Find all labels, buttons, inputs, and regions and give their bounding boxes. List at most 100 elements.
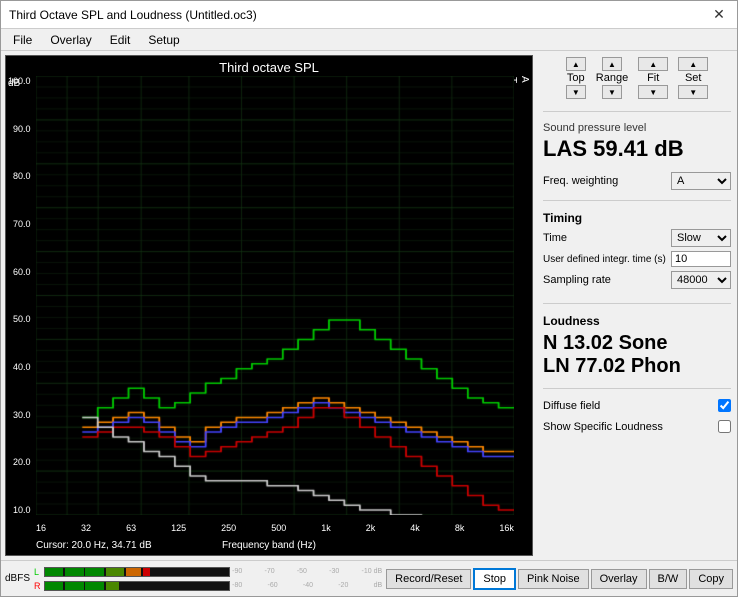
- x-500: 500: [271, 523, 286, 533]
- window-title: Third Octave SPL and Loudness (Untitled.…: [9, 8, 257, 22]
- timing-section: Timing Time Fast Slow Impulse User defin…: [543, 211, 731, 293]
- R-ticks: -80-60-40-20dB: [232, 582, 382, 589]
- y-60: 60.0: [8, 267, 33, 277]
- top-nav-group: ▲ Top ▼: [566, 57, 586, 99]
- y-40: 40.0: [8, 362, 33, 372]
- divider-4: [543, 388, 731, 389]
- L-seg-3: [85, 568, 103, 576]
- x-250: 250: [221, 523, 236, 533]
- range-nav-group: ▲ Range ▼: [596, 57, 628, 99]
- dbfs-label: dBFS: [5, 573, 30, 584]
- copy-button[interactable]: Copy: [689, 569, 733, 589]
- range-label: Range: [596, 72, 628, 84]
- y-100: 100.0: [8, 76, 33, 86]
- diffuse-field-checkbox[interactable]: [718, 399, 731, 412]
- L-seg-2: [65, 568, 83, 576]
- L-seg-4: [106, 568, 124, 576]
- x-4k: 4k: [410, 523, 420, 533]
- x-8k: 8k: [455, 523, 465, 533]
- freq-weighting-label: Freq. weighting: [543, 175, 618, 187]
- stop-button[interactable]: Stop: [473, 568, 516, 590]
- loudness-section: Loudness N 13.02 Sone LN 77.02 Phon: [543, 314, 731, 378]
- title-bar: Third Octave SPL and Loudness (Untitled.…: [1, 1, 737, 29]
- n-value: N 13.02 Sone: [543, 332, 731, 355]
- show-specific-checkbox[interactable]: [718, 420, 731, 433]
- top-up-button[interactable]: ▲: [566, 57, 586, 71]
- bw-button[interactable]: B/W: [649, 569, 688, 589]
- x-2k: 2k: [366, 523, 376, 533]
- set-up-button[interactable]: ▲: [678, 57, 708, 71]
- x-63: 63: [126, 523, 136, 533]
- bottom-section: dBFS L -90-70-5: [1, 560, 737, 596]
- x-16k: 16k: [499, 523, 514, 533]
- fit-down-button[interactable]: ▼: [638, 85, 668, 99]
- x-16: 16: [36, 523, 46, 533]
- x-axis: 16 32 63 125 250 500 1k 2k 4k 8k 16k: [36, 523, 514, 533]
- integr-label: User defined integr. time (s): [543, 254, 671, 265]
- x-32: 32: [81, 523, 91, 533]
- menu-edit[interactable]: Edit: [102, 31, 139, 48]
- freq-band-label: Frequency band (Hz): [6, 540, 532, 551]
- menu-setup[interactable]: Setup: [140, 31, 187, 48]
- show-specific-label: Show Specific Loudness: [543, 421, 663, 433]
- main-window: Third Octave SPL and Loudness (Untitled.…: [0, 0, 738, 597]
- L-ticks: -90-70-50-30-10 dB: [232, 568, 382, 575]
- range-up-button[interactable]: ▲: [602, 57, 622, 71]
- spl-title: Sound pressure level: [543, 122, 731, 134]
- y-70: 70.0: [8, 219, 33, 229]
- y-50: 50.0: [8, 314, 33, 324]
- show-specific-row: Show Specific Loudness: [543, 420, 731, 433]
- freq-weighting-select[interactable]: A B C Z: [671, 172, 731, 190]
- pink-noise-button[interactable]: Pink Noise: [518, 569, 589, 589]
- top-down-button[interactable]: ▼: [566, 85, 586, 99]
- sampling-select[interactable]: 44100 48000 96000: [671, 271, 731, 289]
- set-down-button[interactable]: ▼: [678, 85, 708, 99]
- diffuse-field-label: Diffuse field: [543, 400, 600, 412]
- x-1k: 1k: [321, 523, 331, 533]
- main-content: Third octave SPL ARTA dB 100.0 90.0 80.0…: [1, 51, 737, 560]
- chart-area: Third octave SPL ARTA dB 100.0 90.0 80.0…: [5, 55, 533, 556]
- range-down-button[interactable]: ▼: [602, 85, 622, 99]
- menu-overlay[interactable]: Overlay: [42, 31, 99, 48]
- L-seg-1: [45, 568, 63, 576]
- divider-3: [543, 303, 731, 304]
- integr-input[interactable]: [671, 251, 731, 267]
- top-label: Top: [567, 72, 585, 84]
- fit-label: Fit: [647, 72, 659, 84]
- spl-value: LAS 59.41 dB: [543, 136, 731, 162]
- R-seg-2: [65, 582, 83, 590]
- R-meter-row: R -80-60-40-20dB: [34, 579, 382, 593]
- time-select[interactable]: Fast Slow Impulse: [671, 229, 731, 247]
- y-90: 90.0: [8, 124, 33, 134]
- set-label: Set: [685, 72, 702, 84]
- record-reset-button[interactable]: Record/Reset: [386, 569, 471, 589]
- R-meter-bar: [44, 581, 230, 591]
- right-panel: ▲ Top ▼ ▲ Range ▼ ▲ Fit ▼ ▲ Set ▼: [537, 51, 737, 560]
- R-seg-3: [85, 582, 103, 590]
- L-seg-5: [126, 568, 141, 576]
- L-seg-6: [143, 568, 150, 576]
- chart-canvas: [36, 76, 514, 515]
- time-row: Time Fast Slow Impulse: [543, 229, 731, 247]
- y-axis: 100.0 90.0 80.0 70.0 60.0 50.0 40.0 30.0…: [8, 76, 33, 515]
- overlay-button[interactable]: Overlay: [591, 569, 647, 589]
- close-button[interactable]: ✕: [709, 5, 729, 25]
- x-125: 125: [171, 523, 186, 533]
- divider-1: [543, 111, 731, 112]
- chart-title: Third octave SPL: [6, 60, 532, 75]
- fit-up-button[interactable]: ▲: [638, 57, 668, 71]
- set-nav-group: ▲ Set ▼: [678, 57, 708, 99]
- bottom-buttons: Record/Reset Stop Pink Noise Overlay B/W…: [386, 568, 733, 590]
- dbfs-meter: L -90-70-50-30-10 dB: [34, 565, 382, 593]
- integr-row: User defined integr. time (s): [543, 251, 731, 267]
- sampling-row: Sampling rate 44100 48000 96000: [543, 271, 731, 289]
- time-label: Time: [543, 232, 671, 244]
- R-seg-4: [106, 582, 119, 590]
- menu-file[interactable]: File: [5, 31, 40, 48]
- R-channel-label: R: [34, 581, 42, 591]
- fit-nav-group: ▲ Fit ▼: [638, 57, 668, 99]
- y-20: 20.0: [8, 457, 33, 467]
- sampling-label: Sampling rate: [543, 274, 671, 286]
- menu-bar: File Overlay Edit Setup: [1, 29, 737, 51]
- divider-2: [543, 200, 731, 201]
